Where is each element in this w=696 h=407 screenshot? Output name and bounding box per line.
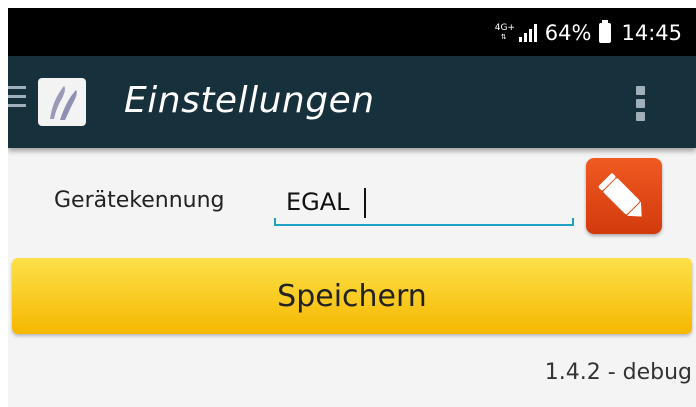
page-title: Einstellungen [124,80,375,121]
clock: 14:45 [621,21,682,45]
battery-icon [599,20,612,43]
pencil-icon [598,173,642,217]
app-bar: Einstellungen [8,56,696,148]
input-underline [274,218,574,226]
menu-icon[interactable] [8,86,26,108]
app-logo-icon[interactable] [38,78,86,126]
device-id-input[interactable] [276,184,582,220]
network-indicator: 4G+ ⇅ [494,23,516,42]
edit-button[interactable] [586,158,662,234]
overflow-menu-icon[interactable] [636,86,648,122]
save-button[interactable]: Speichern [12,258,692,334]
app-screen: 4G+ ⇅ 64% 14:45 Einstellungen Gerätekennu… [8,8,696,407]
battery-percent: 64% [544,21,592,45]
version-label: 1.4.2 - debug [544,360,692,385]
text-caret [364,188,366,218]
status-bar: 4G+ ⇅ 64% 14:45 [8,8,696,56]
signal-icon [518,24,537,42]
device-id-label: Gerätekennung [54,188,225,213]
device-id-field[interactable] [274,180,582,230]
